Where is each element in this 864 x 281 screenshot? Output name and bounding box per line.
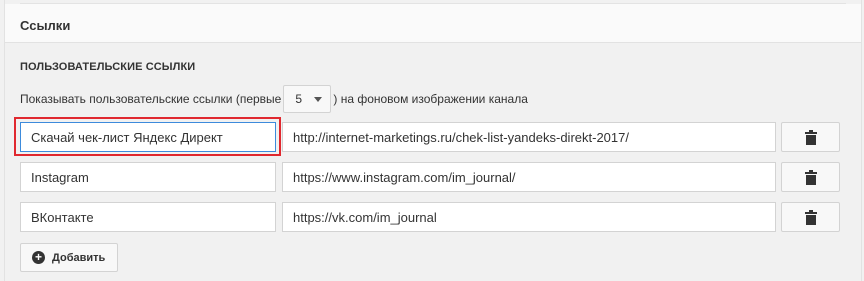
- links-section: Ссылки ПОЛЬЗОВАТЕЛЬСКИЕ ССЫЛКИ Показыват…: [4, 0, 862, 281]
- chevron-down-icon: [314, 96, 323, 102]
- links-count-select[interactable]: 5: [283, 85, 332, 113]
- link-url-input[interactable]: [282, 162, 776, 192]
- link-title-input[interactable]: [20, 162, 276, 192]
- link-url-input[interactable]: [282, 122, 776, 152]
- trash-icon: [804, 129, 817, 145]
- link-title-input[interactable]: [20, 122, 276, 152]
- add-link-button[interactable]: + Добавить: [20, 243, 119, 272]
- trash-icon: [804, 169, 817, 185]
- section-header: Ссылки: [5, 4, 861, 43]
- section-title: Ссылки: [20, 18, 71, 33]
- link-title-input[interactable]: [20, 202, 276, 232]
- custom-links-heading: ПОЛЬЗОВАТЕЛЬСКИЕ ССЫЛКИ: [20, 61, 196, 73]
- add-link-label: Добавить: [52, 251, 106, 264]
- trash-icon: [804, 209, 817, 225]
- show-links-prefix: Показывать пользовательские ссылки (перв…: [20, 92, 282, 106]
- delete-link-button[interactable]: [781, 162, 840, 192]
- show-links-setting: Показывать пользовательские ссылки (перв…: [20, 85, 528, 113]
- link-url-input[interactable]: [282, 202, 776, 232]
- show-links-suffix: ) на фоновом изображении канала: [333, 92, 528, 106]
- delete-link-button[interactable]: [781, 202, 840, 232]
- links-count-value: 5: [295, 92, 303, 106]
- plus-circle-icon: +: [32, 251, 45, 264]
- delete-link-button[interactable]: [781, 122, 840, 152]
